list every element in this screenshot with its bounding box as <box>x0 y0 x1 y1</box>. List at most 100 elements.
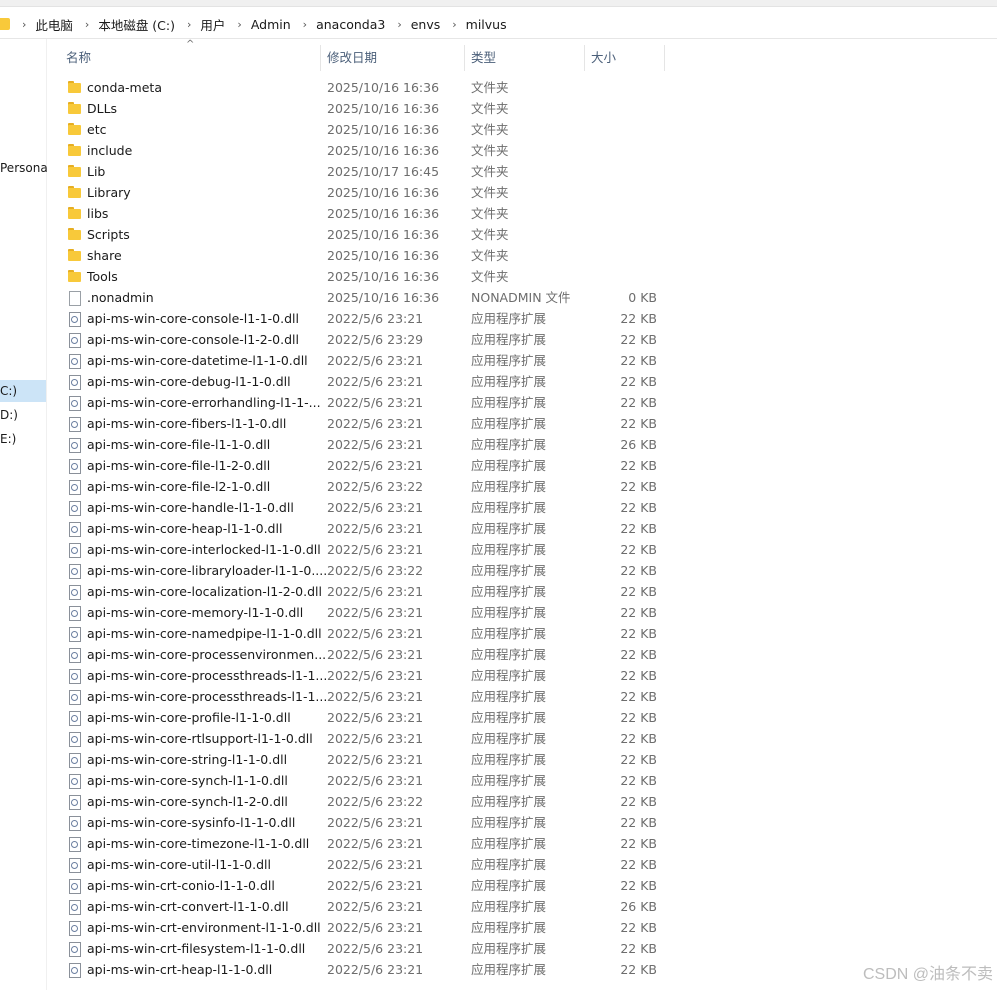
column-divider[interactable] <box>464 45 465 71</box>
file-row[interactable]: include 2025/10/16 16:36 文件夹 <box>60 140 670 161</box>
breadcrumb-item-drive-c[interactable]: › 本地磁盘 (C:) <box>73 10 175 38</box>
file-type: 应用程序扩展 <box>471 899 547 914</box>
column-type[interactable]: 类型 <box>471 41 571 71</box>
file-type: 应用程序扩展 <box>471 836 547 851</box>
breadcrumb-item-admin[interactable]: › Admin <box>225 10 290 38</box>
file-type: 文件夹 <box>471 269 509 284</box>
chevron-right-icon[interactable]: › <box>237 18 241 31</box>
file-date-modified: 2022/5/6 23:21 <box>327 941 424 956</box>
chevron-right-icon[interactable]: › <box>397 18 401 31</box>
file-row[interactable]: api-ms-win-crt-convert-l1-1-0.dll 2022/5/… <box>60 896 670 917</box>
file-name: libs <box>87 206 109 221</box>
file-type: 应用程序扩展 <box>471 941 547 956</box>
file-row[interactable]: api-ms-win-core-file-l2-1-0.dll 2022/5/6 … <box>60 476 670 497</box>
file-date-modified: 2022/5/6 23:21 <box>327 647 424 662</box>
file-row[interactable]: api-ms-win-core-interlocked-l1-1-0.dll 20… <box>60 539 670 560</box>
chevron-right-icon[interactable]: › <box>187 18 191 31</box>
column-divider[interactable] <box>320 45 321 71</box>
chevron-right-icon[interactable]: › <box>85 18 89 31</box>
breadcrumb-item-anaconda3[interactable]: › anaconda3 <box>291 10 386 38</box>
chevron-right-icon[interactable]: › <box>303 18 307 31</box>
file-row[interactable]: api-ms-win-core-file-l1-2-0.dll 2022/5/6 … <box>60 455 670 476</box>
file-row[interactable]: api-ms-win-core-debug-l1-1-0.dll 2022/5/6… <box>60 371 670 392</box>
breadcrumb-item-this-pc[interactable]: › 此电脑 <box>10 10 73 38</box>
file-size: 22 KB <box>620 311 657 326</box>
file-row[interactable]: api-ms-win-core-processthreads-l1-1... 20… <box>60 686 670 707</box>
column-divider[interactable] <box>664 45 665 71</box>
file-name: api-ms-win-core-localization-l1-2-0.dll <box>87 584 322 599</box>
folder-icon <box>68 144 82 157</box>
file-row[interactable]: api-ms-win-core-file-l1-1-0.dll 2022/5/6 … <box>60 434 670 455</box>
file-row[interactable]: api-ms-win-crt-environment-l1-1-0.dll 202… <box>60 917 670 938</box>
file-row[interactable]: api-ms-win-core-synch-l1-2-0.dll 2022/5/6… <box>60 791 670 812</box>
file-row[interactable]: api-ms-win-crt-filesystem-l1-1-0.dll 2022… <box>60 938 670 959</box>
nav-item-drive-c[interactable]: C:) <box>0 380 46 402</box>
dll-icon <box>68 690 82 705</box>
file-name: Lib <box>87 164 106 179</box>
file-date-modified: 2022/5/6 23:21 <box>327 437 424 452</box>
file-row[interactable]: api-ms-win-core-handle-l1-1-0.dll 2022/5/… <box>60 497 670 518</box>
column-divider[interactable] <box>584 45 585 71</box>
file-name: Library <box>87 185 131 200</box>
file-row[interactable]: api-ms-win-core-processenvironmen... 2022… <box>60 644 670 665</box>
file-date-modified: 2022/5/6 23:21 <box>327 962 424 977</box>
file-date-modified: 2022/5/6 23:21 <box>327 584 424 599</box>
file-size: 22 KB <box>620 374 657 389</box>
file-row[interactable]: api-ms-win-core-console-l1-2-0.dll 2022/5… <box>60 329 670 350</box>
file-row[interactable]: Scripts 2025/10/16 16:36 文件夹 <box>60 224 670 245</box>
file-row[interactable]: api-ms-win-core-string-l1-1-0.dll 2022/5/… <box>60 749 670 770</box>
file-row[interactable]: DLLs 2025/10/16 16:36 文件夹 <box>60 98 670 119</box>
file-row[interactable]: api-ms-win-core-heap-l1-1-0.dll 2022/5/6 … <box>60 518 670 539</box>
file-row[interactable]: api-ms-win-core-errorhandling-l1-1-... 20… <box>60 392 670 413</box>
address-bar[interactable]: › 此电脑 › 本地磁盘 (C:) › 用户 › Admin › anaconda3 › e… <box>0 10 997 39</box>
file-size: 22 KB <box>620 584 657 599</box>
column-size[interactable]: 大小 <box>591 41 661 71</box>
file-row[interactable]: api-ms-win-core-namedpipe-l1-1-0.dll 2022… <box>60 623 670 644</box>
file-row[interactable]: Tools 2025/10/16 16:36 文件夹 <box>60 266 670 287</box>
nav-item-drive-d[interactable]: D:) <box>0 404 18 426</box>
file-row[interactable]: api-ms-win-core-rtlsupport-l1-1-0.dll 202… <box>60 728 670 749</box>
navigation-pane[interactable]: Persona C:) D:) E:) <box>0 39 48 990</box>
file-row[interactable]: api-ms-win-crt-conio-l1-1-0.dll 2022/5/6 … <box>60 875 670 896</box>
file-row[interactable]: api-ms-win-core-util-l1-1-0.dll 2022/5/6 … <box>60 854 670 875</box>
file-size: 22 KB <box>620 626 657 641</box>
file-row[interactable]: api-ms-win-crt-heap-l1-1-0.dll 2022/5/6 2… <box>60 959 670 980</box>
nav-item-personal[interactable]: Persona <box>0 157 48 179</box>
file-row[interactable]: api-ms-win-core-fibers-l1-1-0.dll 2022/5/… <box>60 413 670 434</box>
file-row[interactable]: api-ms-win-core-sysinfo-l1-1-0.dll 2022/5… <box>60 812 670 833</box>
file-date-modified: 2025/10/16 16:36 <box>327 269 440 284</box>
file-name: api-ms-win-core-console-l1-1-0.dll <box>87 311 299 326</box>
file-row[interactable]: api-ms-win-core-libraryloader-l1-1-0....… <box>60 560 670 581</box>
breadcrumb-item-envs[interactable]: › envs <box>385 10 440 38</box>
file-row[interactable]: api-ms-win-core-synch-l1-1-0.dll 2022/5/6… <box>60 770 670 791</box>
file-row[interactable]: api-ms-win-core-datetime-l1-1-0.dll 2022/… <box>60 350 670 371</box>
breadcrumb-item-milvus[interactable]: › milvus <box>440 10 506 38</box>
file-row[interactable]: Lib 2025/10/17 16:45 文件夹 <box>60 161 670 182</box>
file-row[interactable]: .nonadmin 2025/10/16 16:36 NONADMIN 文件 0 KB <box>60 287 670 308</box>
chevron-right-icon[interactable]: › <box>452 18 456 31</box>
nav-item-drive-e[interactable]: E:) <box>0 428 16 450</box>
breadcrumb-item-users[interactable]: › 用户 <box>175 10 225 38</box>
file-type: NONADMIN 文件 <box>471 290 571 305</box>
file-row[interactable]: api-ms-win-core-profile-l1-1-0.dll 2022/5… <box>60 707 670 728</box>
column-name[interactable]: 名称 <box>66 41 316 71</box>
file-size: 22 KB <box>620 962 657 977</box>
file-size: 22 KB <box>620 941 657 956</box>
file-row[interactable]: etc 2025/10/16 16:36 文件夹 <box>60 119 670 140</box>
file-row[interactable]: api-ms-win-core-timezone-l1-1-0.dll 2022/… <box>60 833 670 854</box>
column-date-modified[interactable]: 修改日期 <box>327 41 457 71</box>
file-row[interactable]: api-ms-win-core-localization-l1-2-0.dll 2… <box>60 581 670 602</box>
file-type: 应用程序扩展 <box>471 689 547 704</box>
file-row[interactable]: conda-meta 2025/10/16 16:36 文件夹 <box>60 77 670 98</box>
file-row[interactable]: share 2025/10/16 16:36 文件夹 <box>60 245 670 266</box>
file-date-modified: 2022/5/6 23:22 <box>327 563 424 578</box>
file-row[interactable]: libs 2025/10/16 16:36 文件夹 <box>60 203 670 224</box>
dll-icon <box>68 564 82 579</box>
chevron-right-icon[interactable]: › <box>22 18 26 31</box>
file-name: api-ms-win-core-processthreads-l1-1... <box>87 689 328 704</box>
file-row[interactable]: api-ms-win-core-console-l1-1-0.dll 2022/5… <box>60 308 670 329</box>
file-row[interactable]: api-ms-win-core-memory-l1-1-0.dll 2022/5/… <box>60 602 670 623</box>
file-row[interactable]: Library 2025/10/16 16:36 文件夹 <box>60 182 670 203</box>
file-type: 文件夹 <box>471 80 509 95</box>
file-row[interactable]: api-ms-win-core-processthreads-l1-1... 20… <box>60 665 670 686</box>
